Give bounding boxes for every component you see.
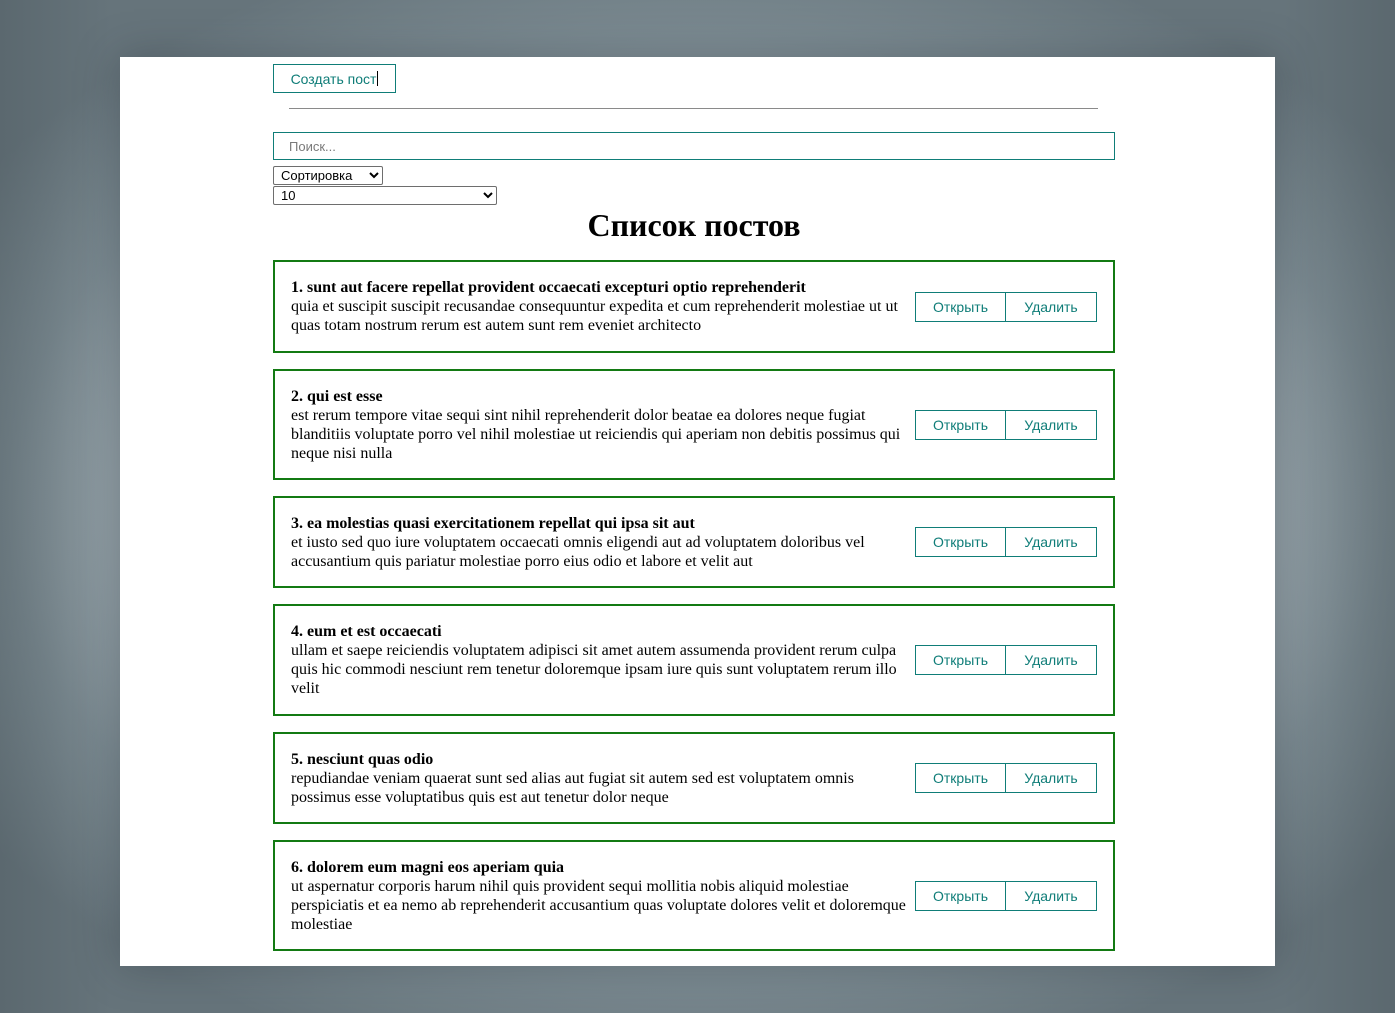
post-body: repudiandae veniam quaerat sunt sed alia… (291, 769, 854, 806)
post-actions: Открыть Удалить (915, 291, 1097, 322)
post-item: 1. sunt aut facere repellat provident oc… (273, 260, 1115, 353)
post-body: ullam et saepe reiciendis voluptatem adi… (291, 642, 897, 697)
post-title: 1. sunt aut facere repellat provident oc… (291, 279, 806, 296)
post-actions: Открыть Удалить (915, 409, 1097, 440)
create-post-button[interactable]: Создать пост (273, 64, 396, 93)
post-item: 5. nesciunt quas odio repudiandae veniam… (273, 732, 1115, 824)
post-content: 2. qui est esse est rerum tempore vitae … (291, 387, 913, 463)
post-title: 6. dolorem eum magni eos aperiam quia (291, 858, 565, 876)
browser-viewport: Создать пост Сортировка 10 Список постов… (120, 57, 1275, 966)
create-post-label: Создать пост (290, 70, 377, 87)
post-body: quia et suscipit suscipit recusandae con… (291, 298, 898, 334)
search-input[interactable] (273, 132, 1115, 160)
delete-post-button[interactable]: Удалить (1006, 645, 1097, 675)
delete-post-button[interactable]: Удалить (1006, 880, 1097, 911)
open-post-button[interactable]: Открыть (915, 291, 1006, 322)
delete-post-button[interactable]: Удалить (1006, 291, 1097, 322)
post-content: 5. nesciunt quas odio repudiandae veniam… (291, 750, 913, 807)
text-cursor (377, 70, 379, 86)
delete-post-button[interactable]: Удалить (1006, 409, 1097, 440)
post-body: ut aspernatur corporis harum nihil quis … (291, 877, 906, 933)
post-title: 5. nesciunt quas odio (291, 750, 434, 768)
post-content: 4. eum et est occaecati ullam et saepe r… (291, 622, 913, 698)
post-item: 4. eum et est occaecati ullam et saepe r… (273, 604, 1115, 716)
post-content: 1. sunt aut facere repellat provident oc… (291, 278, 913, 335)
open-post-button[interactable]: Открыть (915, 409, 1006, 440)
post-title: 3. ea molestias quasi exercitationem rep… (291, 514, 695, 532)
page-title: Список постов (587, 207, 801, 243)
post-actions: Открыть Удалить (915, 880, 1097, 911)
post-item: 6. dolorem eum magni eos aperiam quia ut… (273, 840, 1115, 951)
post-content: 6. dolorem eum magni eos aperiam quia ut… (291, 858, 913, 934)
delete-post-button[interactable]: Удалить (1006, 527, 1097, 557)
open-post-button[interactable]: Открыть (915, 763, 1006, 793)
divider (289, 108, 1098, 109)
post-content: 3. ea molestias quasi exercitationem rep… (291, 514, 913, 571)
post-title: 2. qui est esse (291, 387, 383, 405)
open-post-button[interactable]: Открыть (915, 880, 1006, 911)
post-item: 2. qui est esse est rerum tempore vitae … (273, 369, 1115, 480)
post-body: et iusto sed quo iure voluptatem occaeca… (291, 533, 865, 570)
delete-post-button[interactable]: Удалить (1006, 763, 1097, 793)
sort-select[interactable]: Сортировка (273, 166, 383, 185)
post-item: 3. ea molestias quasi exercitationem rep… (273, 496, 1115, 588)
post-actions: Открыть Удалить (915, 763, 1097, 793)
post-body: est rerum tempore vitae sequi sint nihil… (291, 406, 901, 462)
post-actions: Открыть Удалить (915, 527, 1097, 557)
open-post-button[interactable]: Открыть (915, 527, 1006, 557)
post-title: 4. eum et est occaecati (291, 623, 442, 640)
post-actions: Открыть Удалить (915, 645, 1097, 675)
open-post-button[interactable]: Открыть (915, 645, 1006, 675)
